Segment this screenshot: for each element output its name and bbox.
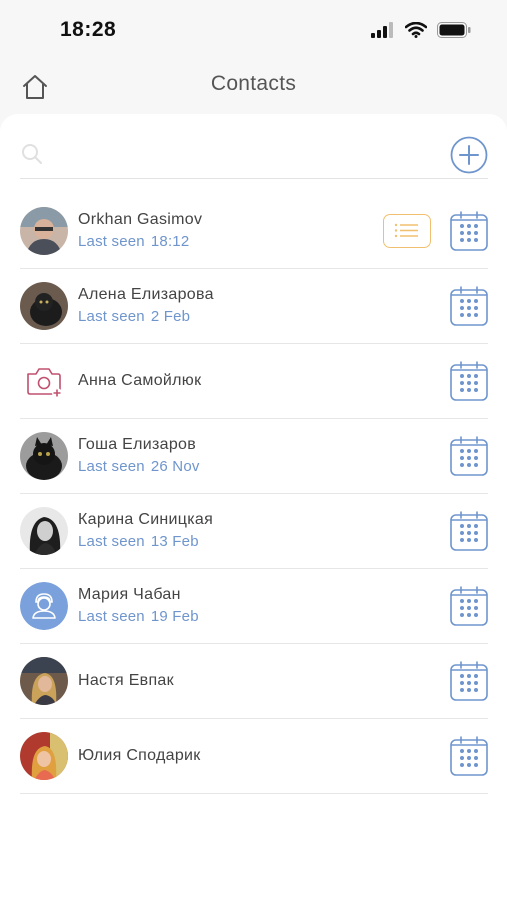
contact-name: Юлия Сподарик — [78, 747, 201, 764]
avatar-photo — [20, 282, 68, 330]
contact-name: Настя Евпак — [78, 672, 174, 689]
battery-icon — [437, 22, 471, 38]
calendar-icon — [450, 511, 488, 551]
avatar — [20, 432, 68, 480]
calendar-button[interactable] — [450, 661, 488, 701]
last-seen-value: 26 Nov — [150, 458, 200, 475]
calendar-icon — [450, 586, 488, 626]
contact-row[interactable]: Карина Синицкая Last seen 13 Feb — [20, 494, 488, 569]
status-bar: 18:28 — [0, 0, 507, 62]
last-seen: Last seen 2 Feb — [78, 308, 190, 325]
last-seen-label: Last seen — [78, 533, 145, 550]
last-seen-value: 19 Feb — [150, 608, 199, 625]
default-user-icon — [20, 582, 68, 630]
last-seen-label: Last seen — [78, 233, 145, 250]
avatar-photo — [20, 732, 68, 780]
contact-row[interactable]: Мария Чабан Last seen 19 Feb — [20, 569, 488, 644]
contact-row[interactable]: Юлия Сподарик — [20, 719, 488, 794]
last-seen: Last seen 26 Nov — [78, 458, 200, 475]
calendar-icon — [450, 436, 488, 476]
last-seen-label: Last seen — [78, 608, 145, 625]
avatar-photo — [20, 657, 68, 705]
avatar — [20, 207, 68, 255]
search-bar — [20, 136, 488, 179]
list-icon — [394, 223, 418, 238]
calendar-button[interactable] — [450, 586, 488, 626]
wifi-icon — [405, 22, 427, 38]
avatar — [20, 657, 68, 705]
contacts-list: Orkhan Gasimov Last seen 18:12 Алена Ели… — [20, 194, 488, 794]
last-seen: Last seen 13 Feb — [78, 533, 199, 550]
contact-name: Анна Самойлюк — [78, 372, 202, 389]
contact-name: Алена Елизарова — [78, 286, 214, 303]
avatar-photo — [20, 507, 68, 555]
last-seen: Last seen 19 Feb — [78, 608, 199, 625]
contact-row[interactable]: Настя Евпак — [20, 644, 488, 719]
avatar — [20, 282, 68, 330]
calendar-icon — [450, 211, 488, 251]
calendar-icon — [450, 361, 488, 401]
status-time: 18:28 — [60, 18, 117, 41]
add-photo-icon — [27, 368, 62, 398]
calendar-icon — [450, 736, 488, 776]
contact-row[interactable]: Гоша Елизаров Last seen 26 Nov — [20, 419, 488, 494]
last-seen-label: Last seen — [78, 308, 145, 325]
contact-row[interactable]: Алена Елизарова Last seen 2 Feb — [20, 269, 488, 344]
page-title: Contacts — [210, 72, 297, 95]
avatar[interactable] — [20, 357, 68, 405]
status-icons — [371, 22, 471, 38]
calendar-icon — [450, 661, 488, 701]
contact-row[interactable]: Анна Самойлюк — [20, 344, 488, 419]
calendar-icon — [450, 286, 488, 326]
calendar-button[interactable] — [450, 361, 488, 401]
contact-name: Мария Чабан — [78, 586, 181, 603]
contact-name: Гоша Елизаров — [78, 436, 197, 453]
calendar-button[interactable] — [450, 736, 488, 776]
calendar-button[interactable] — [450, 211, 488, 251]
calendar-button[interactable] — [450, 286, 488, 326]
contact-name: Карина Синицкая — [78, 511, 214, 528]
last-seen-value: 18:12 — [150, 233, 190, 250]
contact-row[interactable]: Orkhan Gasimov Last seen 18:12 — [20, 194, 488, 269]
calendar-button[interactable] — [450, 511, 488, 551]
add-contact-button[interactable] — [450, 136, 488, 174]
last-seen: Last seen 18:12 — [78, 233, 189, 250]
avatar-photo — [20, 432, 68, 480]
search-input[interactable] — [52, 142, 436, 170]
search-icon — [22, 144, 42, 164]
notes-button[interactable] — [383, 214, 431, 248]
last-seen-value: 2 Feb — [150, 308, 191, 325]
avatar — [20, 582, 68, 630]
avatar-photo — [20, 207, 68, 255]
signal-icon — [371, 22, 393, 38]
last-seen-label: Last seen — [78, 458, 145, 475]
calendar-button[interactable] — [450, 436, 488, 476]
contact-name: Orkhan Gasimov — [78, 211, 203, 228]
avatar — [20, 507, 68, 555]
contacts-sheet: Orkhan Gasimov Last seen 18:12 Алена Ели… — [0, 114, 507, 900]
nav-bar: Contacts — [0, 62, 507, 112]
avatar — [20, 732, 68, 780]
last-seen-value: 13 Feb — [150, 533, 199, 550]
